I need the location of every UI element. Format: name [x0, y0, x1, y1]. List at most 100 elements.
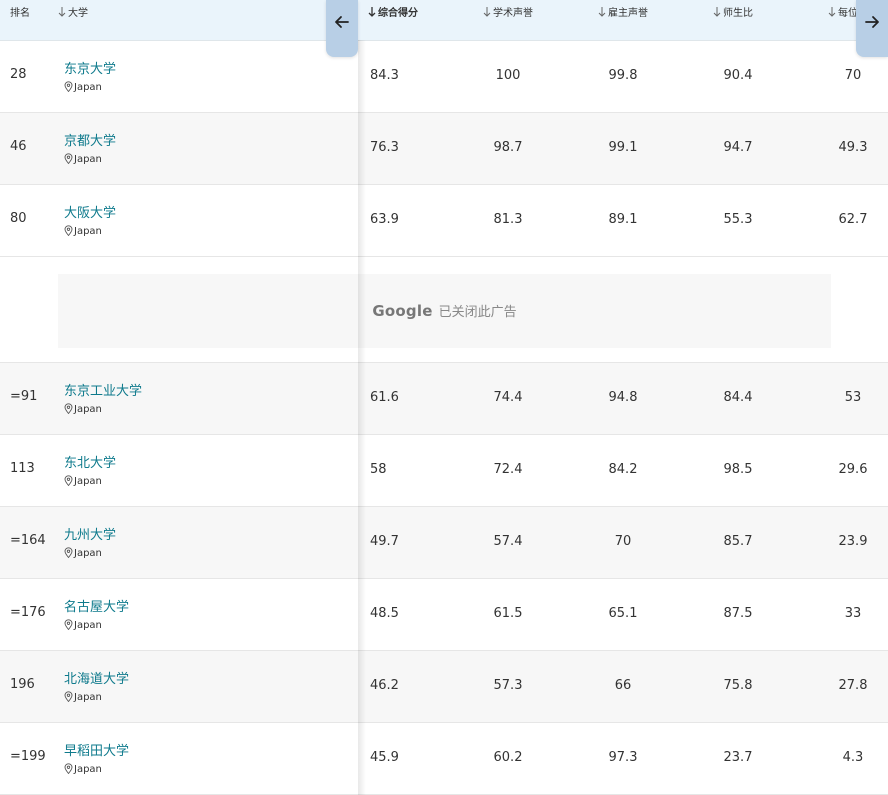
- faculty-score-cell: 84.4: [723, 390, 753, 405]
- faculty-score-cell: 75.8: [723, 678, 753, 693]
- header-university[interactable]: 大学: [58, 0, 88, 28]
- employer-score-cell: 84.2: [608, 462, 638, 477]
- academic-score-cell: 74.4: [493, 390, 523, 405]
- ad-placeholder: Google 已关闭此广告: [58, 274, 831, 348]
- citations-score-cell: 62.7: [838, 212, 868, 227]
- faculty-score-cell: 94.7: [723, 140, 753, 155]
- table-row: =91 东京工业大学 Japan 61.6 74.4 94.8 84.4 53: [0, 363, 888, 435]
- country-name: Japan: [74, 154, 102, 165]
- employer-score-cell: 99.1: [608, 140, 638, 155]
- citations-score-cell: 23.9: [838, 534, 868, 549]
- map-pin-icon: [64, 619, 73, 630]
- map-pin-icon: [64, 81, 73, 92]
- university-link[interactable]: 早稻田大学: [64, 740, 129, 759]
- rank-cell: 46: [10, 139, 27, 154]
- map-pin-icon: [64, 763, 73, 774]
- overall-score-cell: 61.6: [370, 390, 399, 405]
- country-label: Japan: [64, 225, 102, 237]
- faculty-score-cell: 85.7: [723, 534, 753, 549]
- rank-cell: =199: [10, 749, 46, 764]
- employer-score-cell: 89.1: [608, 212, 638, 227]
- rank-cell: =91: [10, 389, 38, 404]
- rank-cell: 196: [10, 677, 35, 692]
- overall-score-cell: 49.7: [370, 534, 399, 549]
- overall-score-cell: 58: [370, 462, 387, 477]
- rank-cell: =164: [10, 533, 46, 548]
- academic-score-cell: 60.2: [493, 750, 523, 765]
- rank-cell: =176: [10, 605, 46, 620]
- ad-closed-message: 已关闭此广告: [438, 305, 517, 320]
- country-name: Japan: [74, 82, 102, 93]
- employer-score-cell: 97.3: [608, 750, 638, 765]
- country-label: Japan: [64, 475, 102, 487]
- country-name: Japan: [74, 548, 102, 559]
- country-name: Japan: [74, 404, 102, 415]
- google-brand: Google: [372, 302, 433, 320]
- rank-cell: 28: [10, 67, 27, 82]
- faculty-score-cell: 98.5: [723, 462, 753, 477]
- country-label: Japan: [64, 153, 102, 165]
- academic-score-cell: 81.3: [493, 212, 523, 227]
- country-name: Japan: [74, 692, 102, 703]
- country-name: Japan: [74, 476, 102, 487]
- employer-score-cell: 65.1: [608, 606, 638, 621]
- academic-score-cell: 98.7: [493, 140, 523, 155]
- citations-score-cell: 53: [844, 390, 862, 405]
- table-row: 80 大阪大学 Japan 63.9 81.3 89.1 55.3 62.7: [0, 185, 888, 257]
- arrow-right-icon: [865, 16, 879, 28]
- citations-score-cell: 49.3: [838, 140, 868, 155]
- header-rank[interactable]: 排名: [10, 0, 30, 28]
- map-pin-icon: [64, 153, 73, 164]
- arrow-down-icon: [598, 7, 606, 17]
- overall-score-cell: 76.3: [370, 140, 399, 155]
- university-link[interactable]: 名古屋大学: [64, 596, 129, 615]
- university-link[interactable]: 北海道大学: [64, 668, 129, 687]
- university-link[interactable]: 东北大学: [64, 452, 116, 471]
- header-academic-reputation[interactable]: 学术声誉: [483, 0, 533, 28]
- overall-score-cell: 63.9: [370, 212, 399, 227]
- arrow-down-icon: [368, 7, 376, 17]
- arrow-down-icon: [713, 7, 721, 17]
- university-link[interactable]: 大阪大学: [64, 202, 116, 221]
- employer-score-cell: 70: [614, 534, 632, 549]
- ad-row: Google 已关闭此广告: [0, 257, 888, 363]
- header-employer-reputation[interactable]: 雇主声誉: [598, 0, 648, 28]
- country-label: Japan: [64, 547, 102, 559]
- faculty-score-cell: 87.5: [723, 606, 753, 621]
- country-name: Japan: [74, 620, 102, 631]
- table-row: =176 名古屋大学 Japan 48.5 61.5 65.1 87.5 33: [0, 579, 888, 651]
- university-link[interactable]: 京都大学: [64, 130, 116, 149]
- scroll-left-button[interactable]: [326, 0, 358, 57]
- header-faculty-ratio[interactable]: 师生比: [713, 0, 753, 28]
- scroll-right-button[interactable]: [856, 0, 888, 57]
- university-link[interactable]: 九州大学: [64, 524, 116, 543]
- table-row: =164 九州大学 Japan 49.7 57.4 70 85.7 23.9: [0, 507, 888, 579]
- arrow-left-icon: [335, 16, 349, 28]
- academic-score-cell: 72.4: [493, 462, 523, 477]
- citations-score-cell: 70: [844, 68, 862, 83]
- table-header: 排名 大学 综合得分 学术声誉 雇主声誉 师生比 每位: [0, 0, 888, 41]
- table-row: 113 东北大学 Japan 58 72.4 84.2 98.5 29.6: [0, 435, 888, 507]
- employer-score-cell: 66: [614, 678, 632, 693]
- table-row: =199 早稻田大学 Japan 45.9 60.2 97.3 23.7 4.3: [0, 723, 888, 795]
- academic-score-cell: 100: [495, 68, 521, 83]
- country-name: Japan: [74, 764, 102, 775]
- university-link[interactable]: 东京大学: [64, 58, 116, 77]
- university-link[interactable]: 东京工业大学: [64, 380, 142, 399]
- academic-score-cell: 57.4: [493, 534, 523, 549]
- rank-cell: 113: [10, 461, 35, 476]
- rank-cell: 80: [10, 211, 27, 226]
- map-pin-icon: [64, 225, 73, 236]
- faculty-score-cell: 23.7: [723, 750, 753, 765]
- country-label: Japan: [64, 763, 102, 775]
- header-overall-score[interactable]: 综合得分: [368, 0, 418, 28]
- overall-score-cell: 45.9: [370, 750, 399, 765]
- map-pin-icon: [64, 475, 73, 486]
- country-label: Japan: [64, 403, 102, 415]
- header-citations[interactable]: 每位: [828, 0, 858, 28]
- citations-score-cell: 29.6: [838, 462, 868, 477]
- overall-score-cell: 84.3: [370, 68, 399, 83]
- overall-score-cell: 48.5: [370, 606, 399, 621]
- academic-score-cell: 57.3: [493, 678, 523, 693]
- ranking-table: 排名 大学 综合得分 学术声誉 雇主声誉 师生比 每位 28 东京大学 Japa…: [0, 0, 888, 795]
